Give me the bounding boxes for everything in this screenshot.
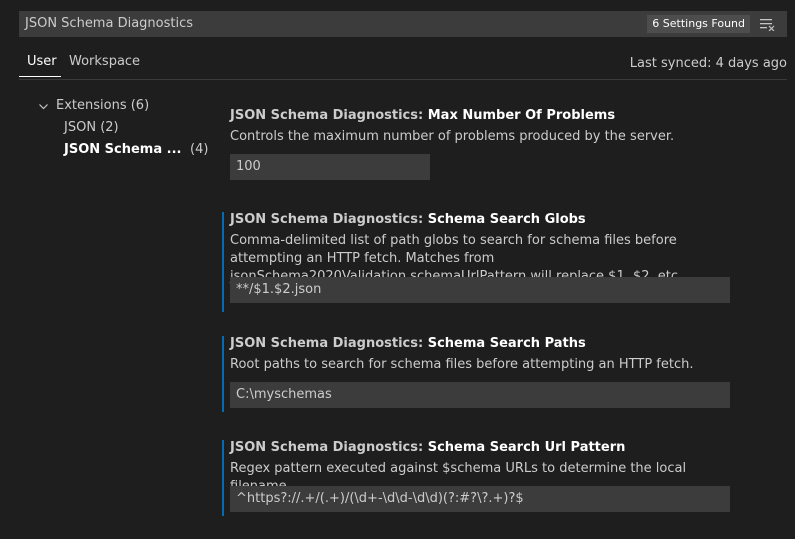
setting-title: JSON Schema Diagnostics: Schema Search G… bbox=[230, 212, 586, 227]
tab-user[interactable]: User bbox=[27, 54, 57, 69]
setting-category: JSON Schema Diagnostics: bbox=[230, 108, 428, 123]
setting-category: JSON Schema Diagnostics: bbox=[230, 212, 428, 227]
active-tab-indicator bbox=[19, 76, 61, 77]
toc-label-extensions: Extensions bbox=[56, 98, 127, 113]
setting-name: Max Number Of Problems bbox=[427, 108, 616, 123]
toc-count-json: (2) bbox=[100, 120, 119, 135]
toc-item-json[interactable]: JSON (2) bbox=[64, 120, 119, 135]
toc-label-json: JSON bbox=[64, 120, 97, 135]
setting-category: JSON Schema Diagnostics: bbox=[230, 336, 428, 351]
toc-label-json-schema: JSON Schema ... bbox=[64, 142, 182, 157]
setting-description: Root paths to search for schema files be… bbox=[230, 357, 694, 372]
setting-name: Schema Search Paths bbox=[427, 336, 586, 351]
settings-search-bar[interactable]: JSON Schema Diagnostics 6 Settings Found bbox=[19, 11, 787, 37]
setting-name: Schema Search Globs bbox=[427, 212, 586, 227]
search-input[interactable]: JSON Schema Diagnostics bbox=[25, 16, 193, 31]
chevron-down-icon bbox=[39, 104, 48, 110]
last-synced-label: Last synced: 4 days ago bbox=[629, 56, 787, 71]
modified-indicator bbox=[222, 440, 224, 516]
tab-workspace[interactable]: Workspace bbox=[69, 54, 140, 69]
schema-search-globs-input[interactable]: **/$1.$2.json bbox=[230, 277, 730, 303]
max-problems-input[interactable]: 100 bbox=[230, 154, 430, 180]
settings-found-badge: 6 Settings Found bbox=[647, 15, 750, 33]
setting-title: JSON Schema Diagnostics: Schema Search U… bbox=[230, 440, 625, 455]
setting-category: JSON Schema Diagnostics: bbox=[230, 440, 428, 455]
modified-indicator bbox=[222, 212, 224, 312]
schema-search-paths-input[interactable]: C:\myschemas bbox=[230, 382, 730, 408]
setting-schema-search-globs: JSON Schema Diagnostics: Schema Search G… bbox=[222, 212, 782, 312]
schema-url-pattern-input[interactable]: ^https?://.+/(.+)/(\d+-\d\d-\d\d)(?:#?\?… bbox=[230, 486, 730, 512]
setting-schema-search-url-pattern: JSON Schema Diagnostics: Schema Search U… bbox=[222, 440, 782, 516]
tabs-divider bbox=[19, 79, 787, 80]
toc-item-extensions[interactable]: Extensions (6) bbox=[38, 98, 158, 116]
toc-item-json-schema[interactable]: JSON Schema ... (4) bbox=[64, 142, 208, 157]
toc-count-json-schema: (4) bbox=[190, 142, 209, 157]
clear-filter-icon[interactable] bbox=[759, 17, 775, 31]
modified-indicator bbox=[222, 336, 224, 412]
setting-schema-search-paths: JSON Schema Diagnostics: Schema Search P… bbox=[222, 336, 782, 412]
setting-max-number-of-problems: JSON Schema Diagnostics: Max Number Of P… bbox=[222, 108, 782, 184]
toc-count-extensions: (6) bbox=[130, 98, 150, 113]
setting-title: JSON Schema Diagnostics: Schema Search P… bbox=[230, 336, 586, 351]
setting-title: JSON Schema Diagnostics: Max Number Of P… bbox=[230, 108, 615, 123]
setting-description: Controls the maximum number of problems … bbox=[230, 129, 675, 144]
setting-name: Schema Search Url Pattern bbox=[427, 440, 626, 455]
